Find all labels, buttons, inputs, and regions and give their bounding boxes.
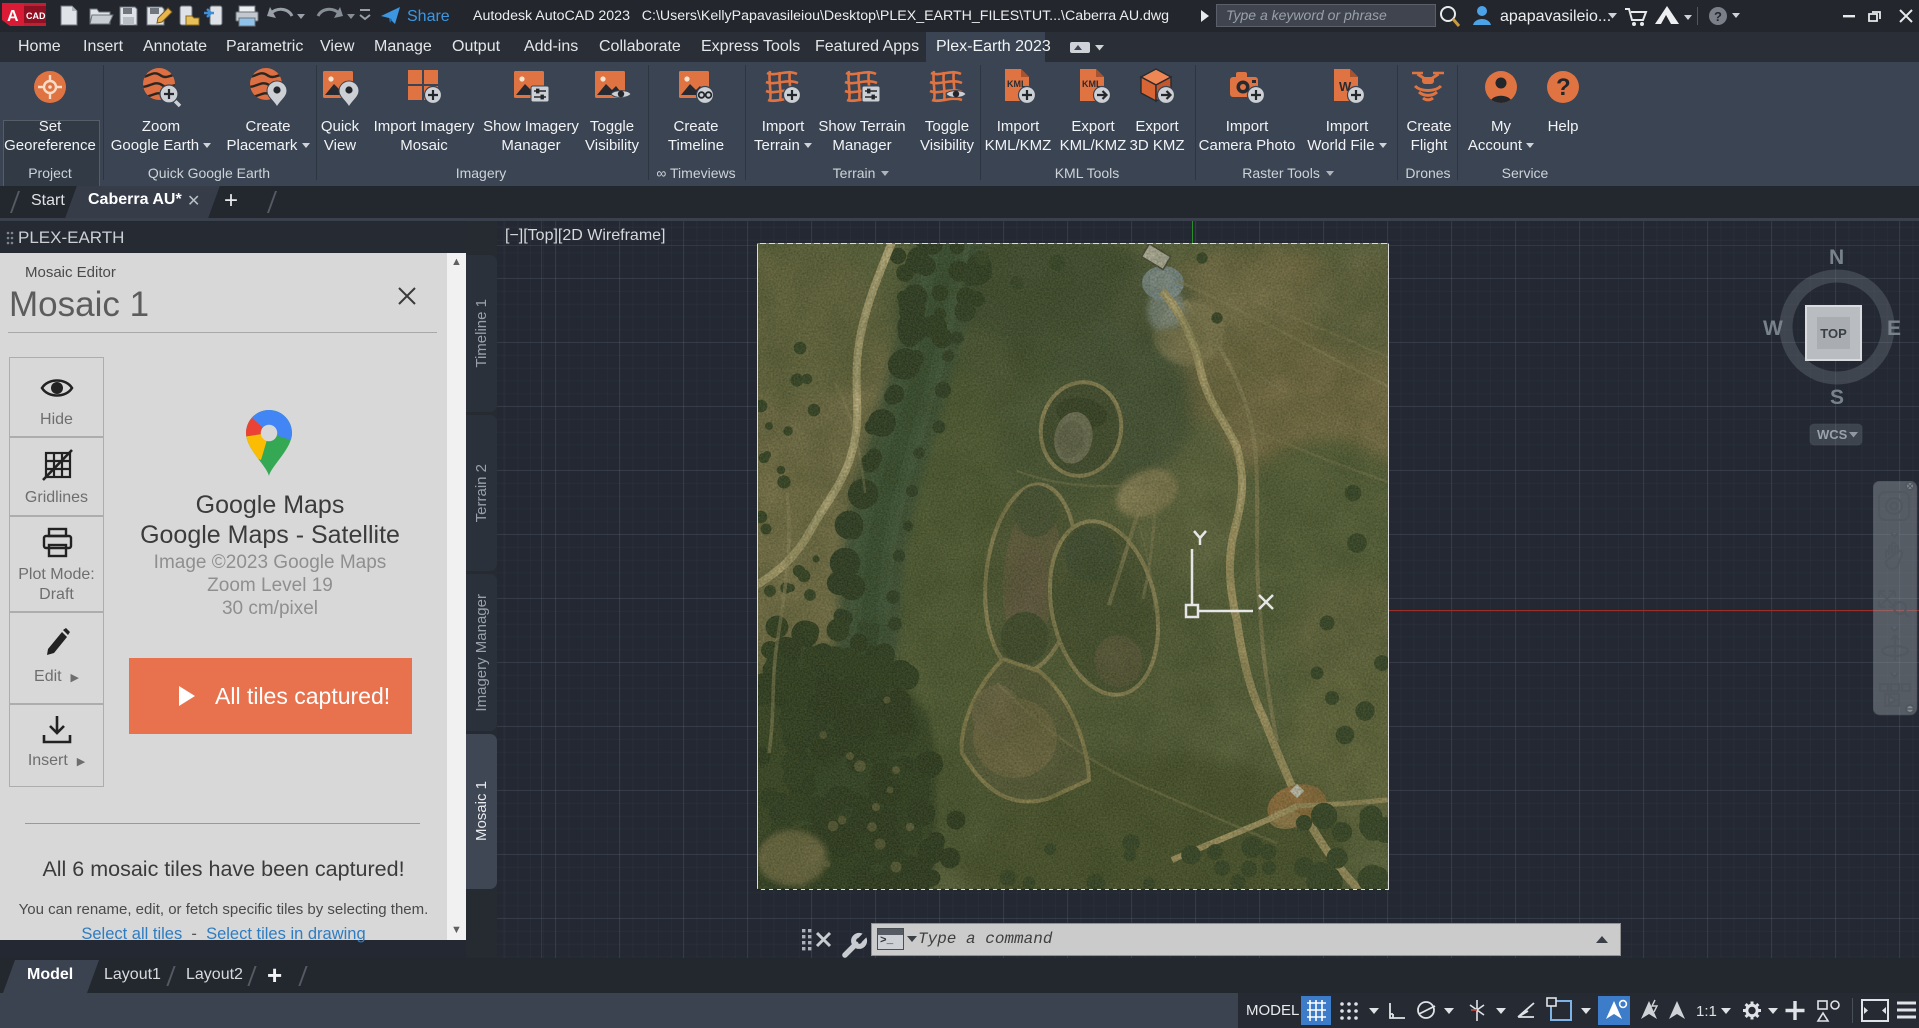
svg-text:CAD: CAD xyxy=(26,11,46,21)
svg-text:A: A xyxy=(7,8,19,25)
svg-text:1:1: 1:1 xyxy=(1696,1003,1717,1020)
svg-text:?: ? xyxy=(1714,9,1722,24)
svg-text:N: N xyxy=(1829,246,1844,269)
svg-text:MODEL: MODEL xyxy=(1246,1002,1299,1019)
svg-text:TOP: TOP xyxy=(1820,326,1847,341)
svg-text:Share: Share xyxy=(407,8,450,25)
svg-text:WCS: WCS xyxy=(1817,427,1848,442)
svg-text:E: E xyxy=(1887,317,1901,340)
svg-text:W: W xyxy=(1763,317,1783,340)
svg-text:apapavasileio...: apapavasileio... xyxy=(1500,8,1611,25)
svg-text:S: S xyxy=(1830,386,1844,409)
